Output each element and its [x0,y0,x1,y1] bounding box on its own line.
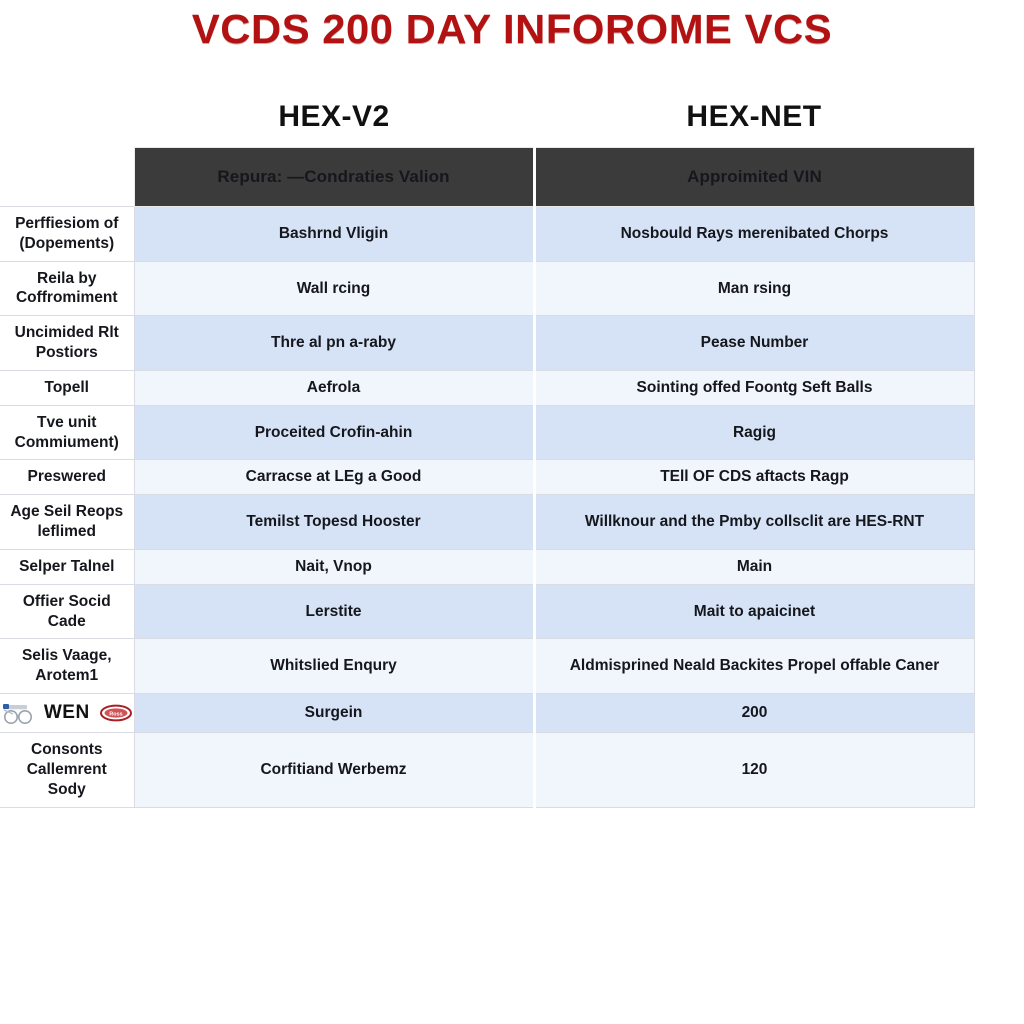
cell-hex-net: Sointing offed Foontg Seft Balls [533,369,975,406]
cell-hex-net: TEll OF CDS aftacts Ragp [533,459,975,496]
page-title: VCDS 200 DAY INFOROME VCS [191,6,833,52]
row-label-cell: Selis Vaage, Arotem1 [0,638,135,695]
glasses-logo-icon [1,701,35,725]
cell-hex-net: Willknour and the Pmby collsclit are HES… [533,494,975,550]
table-row: Perffiesiom of (Dopements) Bashrnd Vligin… [0,206,975,262]
table-row: Topell Aefrola Sointing offed Foontg Seft … [0,369,975,406]
svg-text:Ross: Ross [109,712,122,718]
cell-hex-v2: Proceited Crofin-ahin [133,404,536,461]
table-row: Tve unit Commiument) Proceited Crofin-ahi… [0,404,975,461]
table-body: Perffiesiom of (Dopements) Bashrnd Vligin… [0,206,975,808]
table-header: Repura: —Condraties Valion Approimited V… [0,147,975,207]
cell-hex-net: Man rsing [533,260,975,317]
comparison-table: Repura: —Condraties Valion Approimited V… [0,147,975,808]
table-row: Uncimided Rlt Postiors Thre al pn a-raby P… [0,315,975,371]
table-row: Selis Vaage, Arotem1 Whitslied Enqury Aldm… [0,638,975,695]
table-row: Consonts Callemrent Sody Corfitiand Werbe… [0,732,975,808]
table-row: WEN Ross Surgein 200 [0,693,975,734]
row-label-cell: Perffiesiom of (Dopements) [0,206,135,262]
table-header-row: Repura: —Condraties Valion Approimited V… [0,147,975,207]
cell-hex-v2: Nait, Vnop [133,548,536,585]
cell-hex-v2: Thre al pn a-raby [133,315,536,371]
cell-hex-v2: Surgein [133,693,536,734]
cell-hex-net: Main [533,548,975,585]
cell-hex-net: Mait to apaicinet [533,583,975,640]
cell-hex-net: 200 [533,693,975,734]
column-header-hex-v2: Repura: —Condraties Valion [133,147,536,207]
row-label-cell: Consonts Callemrent Sody [0,732,135,808]
cell-hex-v2: Temilst Topesd Hooster [133,494,536,550]
cell-hex-v2: Corfitiand Werbemz [133,732,536,808]
cell-hex-net: Aldmisprined Neald Backites Propel offab… [533,638,975,695]
row-label-cell: WEN Ross [0,693,135,734]
cell-hex-net: Pease Number [533,315,975,371]
column-caption-hex-v2: HEX-V2 [278,100,390,133]
table-row: Reila by Coffromiment Wall rcing Man rsing [0,260,975,317]
row-label-cell: Reila by Coffromiment [0,260,135,317]
column-header-hex-net: Approimited VIN [533,147,975,207]
table-row: Selper Talnel Nait, Vnop Main [0,548,975,585]
red-oval-logo-icon: Ross [99,703,133,723]
table-corner-cell [0,147,134,207]
row-label-cell: Offier Socid Cade [0,583,135,640]
row-label-cell: Tve unit Commiument) [0,404,135,461]
row-label-cell: Selper Talnel [0,548,135,585]
cell-hex-v2: Whitslied Enqury [133,638,536,695]
cell-hex-v2: Aefrola [133,369,536,406]
row-label-cell: Topell [0,369,135,406]
cell-hex-v2: Bashrnd Vligin [133,206,536,262]
table-row: Age Seil Reops leflimed Temilst Topesd Ho… [0,494,975,550]
column-captions: HEX-V2 HEX-NET [0,100,1024,142]
cell-hex-net: 120 [533,732,975,808]
column-caption-hex-net: HEX-NET [686,100,822,133]
row-label-cell: Uncimided Rlt Postiors [0,315,135,371]
row-label-text: WEN [43,702,90,724]
cell-hex-net: Nosbould Rays merenibated Chorps [533,206,975,262]
table-row: Preswered Carracse at LEg a Good TEll OF C… [0,459,975,496]
table-row: Offier Socid Cade Lerstite Mait to apaicin… [0,583,975,640]
cell-hex-v2: Wall rcing [133,260,536,317]
cell-hex-v2: Lerstite [133,583,536,640]
cell-hex-net: Ragig [533,404,975,461]
cell-hex-v2: Carracse at LEg a Good [133,459,536,496]
row-label-cell: Age Seil Reops leflimed [0,494,135,550]
row-label-cell: Preswered [0,459,135,496]
